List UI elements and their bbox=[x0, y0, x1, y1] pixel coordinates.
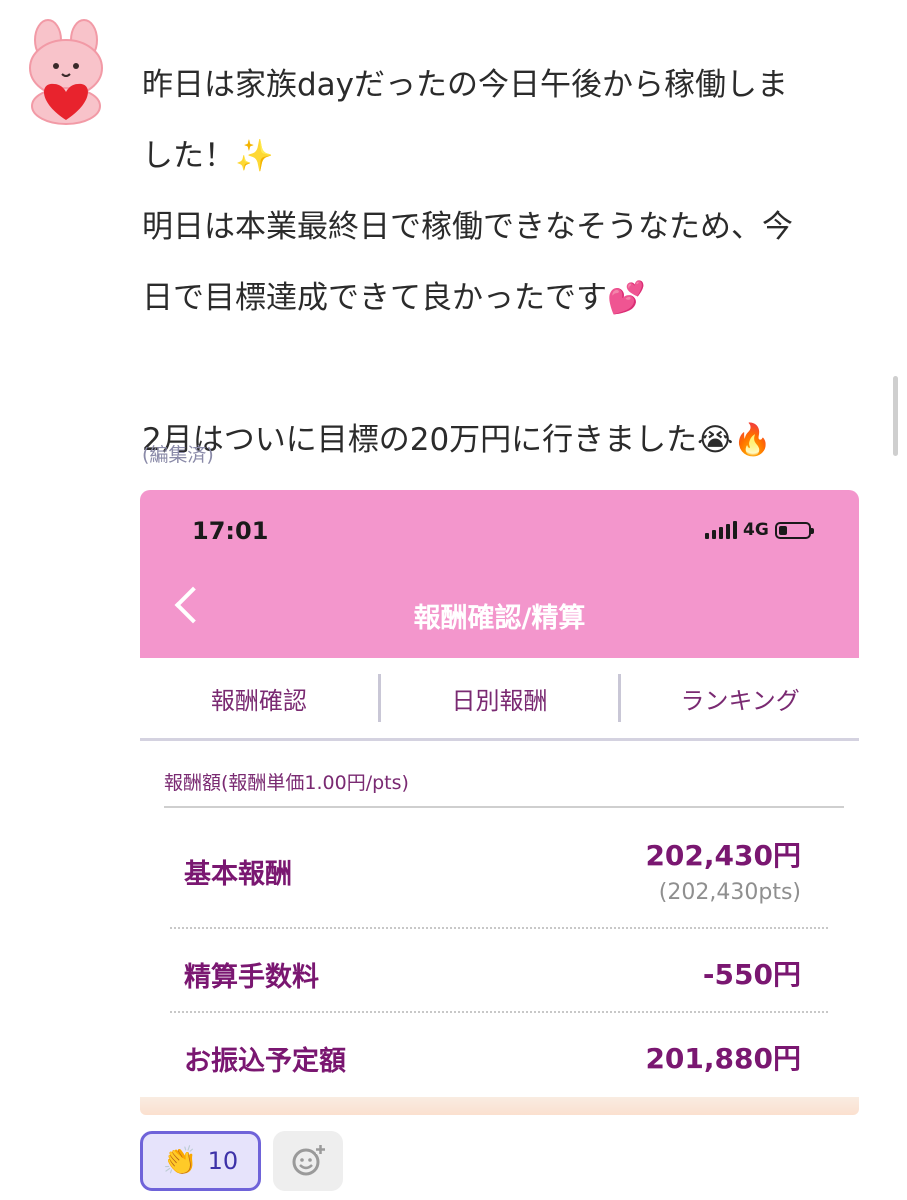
add-reaction-icon bbox=[292, 1145, 325, 1176]
edited-label: (編集済) bbox=[142, 444, 214, 466]
tab-bar: 報酬確認 日別報酬 ランキング bbox=[140, 658, 859, 741]
app-header: 17:01 4G 報酬確認/精算 bbox=[140, 490, 859, 658]
rate-note: 報酬額(報酬単価1.00円/pts) bbox=[164, 772, 409, 794]
divider bbox=[170, 1011, 828, 1013]
status-indicators: 4G bbox=[705, 520, 814, 540]
divider bbox=[164, 806, 844, 808]
transfer-value: 201,880円 bbox=[645, 1042, 801, 1075]
avatar[interactable] bbox=[18, 18, 114, 128]
fee-value: -550円 bbox=[702, 958, 801, 991]
screenshot-edge bbox=[140, 1097, 859, 1115]
base-reward-label: 基本報酬 bbox=[184, 859, 292, 890]
fee-label: 精算手数料 bbox=[184, 962, 319, 993]
base-reward-value: 202,430円 bbox=[645, 839, 801, 872]
battery-icon bbox=[774, 521, 814, 539]
tab-reward-check: 報酬確認 bbox=[210, 686, 307, 715]
clap-reaction-button[interactable]: 👏 10 bbox=[140, 1131, 261, 1191]
add-reaction-button[interactable] bbox=[273, 1131, 343, 1191]
tab-daily-reward: 日別報酬 bbox=[451, 686, 548, 715]
reaction-count: 10 bbox=[207, 1147, 239, 1175]
base-reward-pts: (202,430pts) bbox=[658, 880, 801, 905]
clap-icon: 👏 bbox=[162, 1144, 198, 1177]
attached-screenshot[interactable]: 17:01 4G 報酬確認/精算 報酬確認 日別報酬 ランキング 報酬額(報酬単… bbox=[140, 490, 859, 1115]
network-label: 4G bbox=[743, 520, 769, 540]
signal-icon bbox=[705, 521, 737, 539]
status-time: 17:01 bbox=[192, 517, 269, 545]
bunny-heart-avatar-icon bbox=[29, 19, 103, 125]
divider bbox=[170, 927, 828, 929]
tab-ranking: ランキング bbox=[680, 686, 800, 715]
scrollbar-thumb[interactable] bbox=[893, 376, 898, 456]
header-title: 報酬確認/精算 bbox=[413, 603, 586, 634]
message-text: 昨日は家族dayだったの今日午後から稼働しま した！✨ 明日は本業最終日で稼働で… bbox=[142, 67, 793, 458]
transfer-label: お振込予定額 bbox=[184, 1046, 346, 1077]
